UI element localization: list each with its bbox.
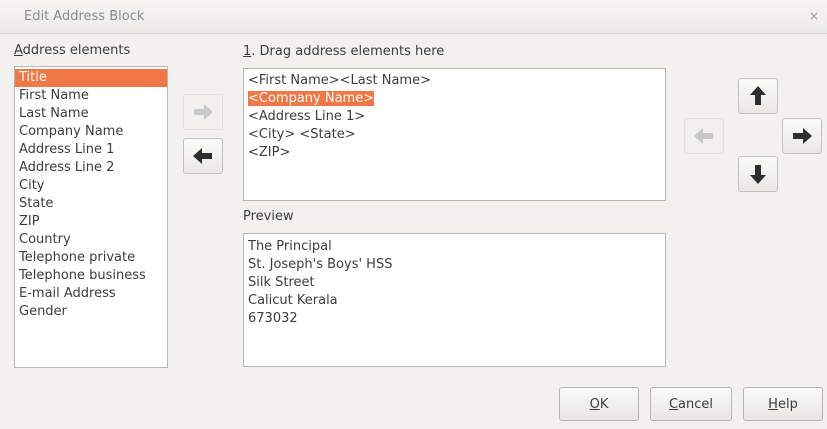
preview-label: Preview: [243, 209, 294, 224]
arrow-up-icon: [750, 86, 766, 105]
window-title: Edit Address Block: [24, 9, 145, 24]
close-icon[interactable]: ×: [809, 9, 819, 23]
list-item-company-name[interactable]: Company Name: [15, 123, 167, 141]
preview-line: Calicut Kerala: [248, 293, 338, 308]
arrow-left-icon: [193, 148, 212, 164]
selected-field[interactable]: <Company Name>: [248, 91, 375, 106]
address-line-street[interactable]: <Address Line 1>: [248, 108, 661, 126]
remove-element-button[interactable]: [183, 138, 223, 174]
title-bar: Edit Address Block ×: [0, 0, 827, 34]
address-block-editor[interactable]: <First Name><Last Name> <Company Name> <…: [243, 68, 666, 201]
preview-line: St. Joseph's Boys' HSS: [248, 257, 393, 272]
list-item-title[interactable]: Title: [15, 69, 167, 87]
list-item-city[interactable]: City: [15, 177, 167, 195]
list-item-zip[interactable]: ZIP: [15, 213, 167, 231]
list-item-address-line-2[interactable]: Address Line 2: [15, 159, 167, 177]
preview-line: Silk Street: [248, 275, 315, 290]
address-elements-list[interactable]: Title First Name Last Name Company Name …: [14, 66, 168, 368]
preview-line: The Principal: [248, 239, 332, 254]
arrow-right-icon: [793, 128, 812, 144]
arrow-down-icon: [750, 165, 766, 184]
move-up-button[interactable]: [738, 78, 778, 114]
move-left-button[interactable]: [684, 118, 724, 154]
preview-box: The Principal St. Joseph's Boys' HSS Sil…: [243, 233, 666, 367]
list-item-telephone-private[interactable]: Telephone private: [15, 249, 167, 267]
list-item-email-address[interactable]: E-mail Address: [15, 285, 167, 303]
move-right-button[interactable]: [782, 118, 822, 154]
list-item-telephone-business[interactable]: Telephone business: [15, 267, 167, 285]
address-elements-label: Address elements: [14, 43, 131, 58]
ok-button[interactable]: OK: [559, 387, 639, 421]
list-item-country[interactable]: Country: [15, 231, 167, 249]
list-item-gender[interactable]: Gender: [15, 303, 167, 321]
address-line-city-state[interactable]: <City> <State>: [248, 126, 661, 144]
address-line-company[interactable]: <Company Name>: [248, 90, 661, 108]
preview-line: 673032: [248, 311, 298, 326]
insert-element-button[interactable]: [183, 94, 223, 130]
address-line-zip[interactable]: <ZIP>: [248, 144, 661, 162]
arrow-right-icon: [194, 104, 213, 120]
arrow-left-icon: [694, 128, 713, 144]
drag-area-label: 1. Drag address elements here: [243, 44, 445, 59]
cancel-button[interactable]: Cancel: [650, 387, 732, 421]
move-down-button[interactable]: [738, 156, 778, 192]
help-button[interactable]: Help: [743, 387, 823, 421]
list-item-first-name[interactable]: First Name: [15, 87, 167, 105]
list-item-state[interactable]: State: [15, 195, 167, 213]
address-line-name[interactable]: <First Name><Last Name>: [248, 72, 661, 90]
list-item-address-line-1[interactable]: Address Line 1: [15, 141, 167, 159]
list-item-last-name[interactable]: Last Name: [15, 105, 167, 123]
